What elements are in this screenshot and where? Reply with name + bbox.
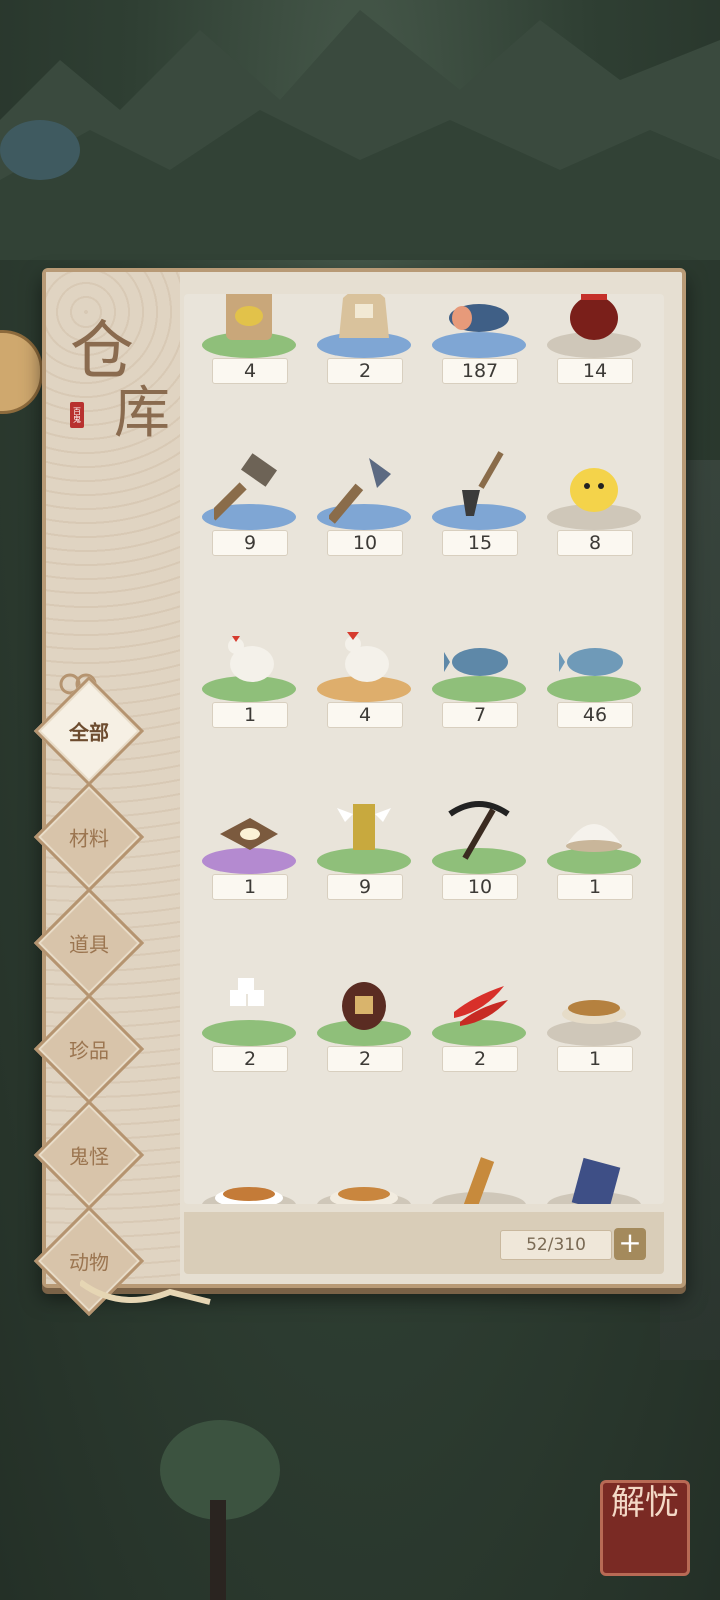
axe-icon: [329, 458, 391, 524]
item-count: 4: [327, 702, 403, 728]
title-char-2: 库: [114, 381, 170, 446]
side-quest-tab[interactable]: [0, 330, 43, 414]
winged-tablet-icon: [337, 804, 391, 850]
fish-dish-icon: [562, 1000, 626, 1024]
tab-label: 道具: [69, 932, 109, 957]
warehouse-title: 仓 库 百鬼: [66, 290, 176, 446]
inventory-item[interactable]: 2: [194, 960, 304, 1120]
inventory-item[interactable]: 1: [194, 616, 304, 776]
item-count: 10: [327, 530, 403, 556]
fish-platter-icon: [330, 1187, 398, 1204]
item-count: 1: [557, 874, 633, 900]
warehouse-panel: 仓 库 百鬼 全部 材料 道具 珍品 鬼怪 动物 4 2 187 14 9 10 15 8 1 4…: [33, 268, 686, 1317]
background-tree: [160, 1420, 280, 1600]
item-grid: 4 2 187 14 9 10 15 8 1 4 7 46 1 9 10 1 2 2 2 1: [184, 294, 664, 1204]
title-seal: 百鬼: [70, 402, 84, 428]
item-count: 2: [442, 1046, 518, 1072]
inventory-item[interactable]: 2: [309, 294, 419, 432]
item-count: 7: [442, 702, 518, 728]
item-count: 9: [212, 530, 288, 556]
item-count: 2: [212, 1046, 288, 1072]
inventory-item[interactable]: [194, 1132, 304, 1204]
tab-label: 鬼怪: [69, 1144, 109, 1169]
shovel-icon: [462, 451, 504, 516]
tab-label: 材料: [69, 826, 109, 851]
inventory-item[interactable]: [309, 1132, 419, 1204]
item-count: 2: [327, 358, 403, 384]
tab-ghosts[interactable]: 鬼怪: [33, 1099, 145, 1211]
golden-rooster-icon: [345, 632, 389, 682]
fish-icon: [559, 648, 623, 676]
item-count: 1: [557, 1046, 633, 1072]
tab-treasures[interactable]: 珍品: [33, 993, 145, 1105]
scroll-icon: [463, 1157, 495, 1204]
book-icon: [571, 1157, 621, 1204]
rice-sack-icon: [339, 294, 389, 338]
item-count: 187: [442, 358, 518, 384]
pickaxe-icon: [448, 801, 510, 860]
item-count: 10: [442, 874, 518, 900]
inventory-item[interactable]: 1: [539, 960, 649, 1120]
tab-label: 珍品: [69, 1038, 109, 1063]
tab-all[interactable]: 全部: [33, 675, 145, 787]
warehouse-footer: 52/310 +: [184, 1212, 664, 1274]
inventory-item[interactable]: 1: [539, 788, 649, 948]
inventory-item[interactable]: 9: [194, 444, 304, 604]
item-count: 9: [327, 874, 403, 900]
salmon-fillet-icon: [449, 304, 509, 332]
item-count: 14: [557, 358, 633, 384]
inventory-item[interactable]: 4: [194, 294, 304, 432]
inventory-item[interactable]: 7: [424, 616, 534, 776]
worry-badge-button[interactable]: 解忧: [600, 1480, 690, 1576]
item-count: 1: [212, 702, 288, 728]
expand-capacity-button[interactable]: +: [614, 1228, 646, 1260]
inventory-item[interactable]: 10: [309, 444, 419, 604]
inventory-item[interactable]: 2: [424, 960, 534, 1120]
inventory-item[interactable]: 46: [539, 616, 649, 776]
item-count: 8: [557, 530, 633, 556]
inventory-item[interactable]: [424, 1132, 534, 1204]
inventory-item[interactable]: [539, 1132, 649, 1204]
wine-jar-icon: [570, 294, 618, 340]
blue-fish-icon: [444, 648, 508, 676]
inventory-item[interactable]: 187: [424, 294, 534, 432]
inventory-item[interactable]: 14: [539, 294, 649, 432]
seed-bag-icon: [226, 294, 272, 340]
item-count: 1: [212, 874, 288, 900]
salt-pile-icon: [566, 824, 622, 852]
chili-peppers-icon: [454, 986, 508, 1026]
item-count: 15: [442, 530, 518, 556]
grilled-fish-plate-icon: [215, 1187, 283, 1204]
hen-icon: [228, 636, 274, 682]
inventory-item[interactable]: 9: [309, 788, 419, 948]
inventory-item[interactable]: 2: [309, 960, 419, 1120]
hammer-icon: [214, 453, 278, 521]
tassel-ornament-icon: [80, 1279, 211, 1305]
inventory-item[interactable]: 10: [424, 788, 534, 948]
category-tabs: 全部 材料 道具 珍品 鬼怪 动物: [26, 675, 145, 1328]
category-sidebar: 仓 库 百鬼 全部 材料 道具 珍品 鬼怪 动物: [33, 272, 180, 1317]
tab-tools[interactable]: 道具: [33, 887, 145, 999]
capacity-counter: 52/310: [500, 1230, 612, 1260]
tab-label: 全部: [69, 720, 109, 745]
chick-icon: [570, 468, 618, 512]
inventory-item[interactable]: 15: [424, 444, 534, 604]
inventory-item[interactable]: 1: [194, 788, 304, 948]
item-count: 4: [212, 358, 288, 384]
inventory-item[interactable]: 8: [539, 444, 649, 604]
background-mountains: [0, 10, 720, 260]
egg-board-icon: [220, 818, 278, 850]
inventory-item[interactable]: 4: [309, 616, 419, 776]
sugar-cubes-icon: [230, 978, 264, 1006]
item-count: 46: [557, 702, 633, 728]
item-count: 2: [327, 1046, 403, 1072]
sealed-jar-icon: [342, 982, 386, 1030]
tab-materials[interactable]: 材料: [33, 781, 145, 893]
